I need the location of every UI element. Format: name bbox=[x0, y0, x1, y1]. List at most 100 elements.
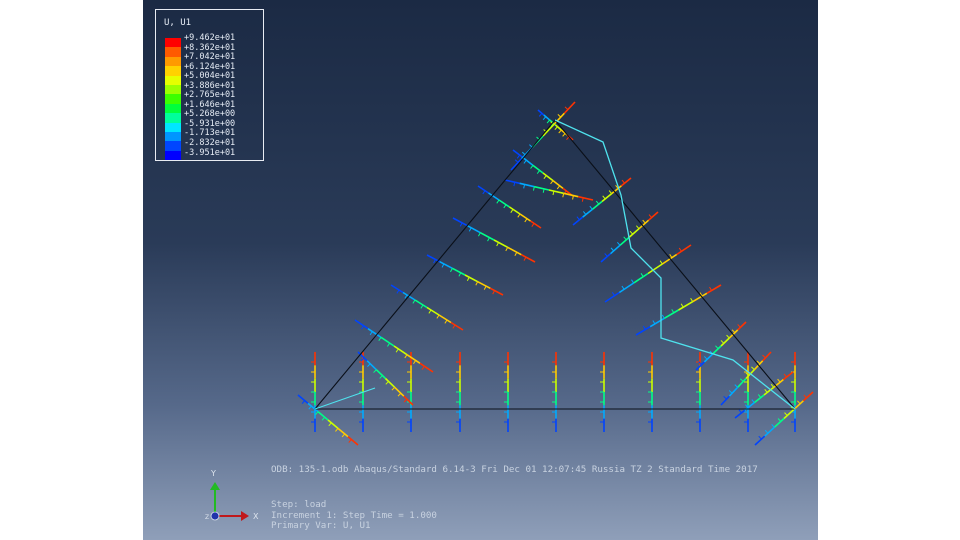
vector-segment bbox=[347, 436, 359, 446]
vector-tick bbox=[514, 251, 518, 256]
vector-tick bbox=[361, 325, 365, 330]
vector-tick bbox=[452, 324, 456, 329]
vector-tick bbox=[367, 363, 371, 368]
vector-tick bbox=[635, 225, 640, 229]
vector-segment bbox=[530, 220, 542, 229]
vector-tick bbox=[369, 331, 373, 336]
vector-tick bbox=[328, 422, 332, 427]
vector-tick bbox=[564, 106, 569, 110]
vector-tick bbox=[703, 356, 708, 360]
y-axis-label: Y bbox=[210, 469, 216, 478]
vector-segment bbox=[466, 224, 481, 234]
vector-tick bbox=[510, 209, 514, 213]
vector-segment bbox=[706, 284, 722, 295]
vector-tick bbox=[764, 388, 768, 393]
vector-tick bbox=[737, 324, 741, 328]
vector-segment bbox=[520, 253, 536, 263]
vector-tick bbox=[642, 325, 646, 330]
odb-info-line: ODB: 135-1.odb Abaqus/Standard 6.14-3 Fr… bbox=[271, 464, 758, 475]
vector-tick bbox=[373, 369, 377, 373]
vector-segment bbox=[390, 284, 404, 294]
vector-tick bbox=[556, 185, 561, 190]
y-arrow-icon bbox=[210, 482, 220, 490]
vector-tick bbox=[514, 159, 519, 163]
vector-segment bbox=[649, 317, 665, 328]
vector-tick bbox=[770, 383, 775, 388]
vector-tick bbox=[478, 232, 481, 237]
vector-tick bbox=[595, 200, 600, 205]
vector-tick bbox=[413, 360, 417, 365]
vector-tick bbox=[582, 211, 587, 215]
vector-tick bbox=[757, 394, 762, 398]
vector-segment bbox=[519, 182, 535, 188]
vector-segment bbox=[618, 282, 635, 294]
vector-tick bbox=[444, 319, 448, 324]
vector-tick bbox=[517, 213, 521, 218]
vector-tick bbox=[546, 119, 551, 124]
vector-tick bbox=[378, 337, 382, 341]
vector-segment bbox=[509, 206, 521, 215]
vector-segment bbox=[438, 314, 452, 324]
vector-tick bbox=[621, 285, 625, 290]
undeformed-member bbox=[314, 119, 556, 410]
vector-segment bbox=[477, 280, 491, 290]
vector-segment bbox=[419, 362, 434, 373]
vector-tick bbox=[797, 400, 801, 405]
vector-tick bbox=[640, 273, 644, 277]
vector-tick bbox=[441, 263, 445, 268]
vector-segment bbox=[327, 419, 339, 429]
abaqus-viewport[interactable]: U, U1 +9.462e+01 +8.362e+01 +7.042e+01 +… bbox=[143, 0, 818, 540]
vector-tick bbox=[321, 416, 326, 421]
vector-tick bbox=[604, 253, 608, 257]
vector-tick bbox=[421, 365, 425, 370]
vector-tick bbox=[589, 205, 593, 210]
vector-tick bbox=[536, 170, 541, 174]
vector-tick bbox=[529, 144, 533, 148]
vector-tick bbox=[671, 309, 675, 314]
vector-segment bbox=[507, 246, 522, 256]
vector-tick bbox=[379, 375, 383, 379]
vector-tick bbox=[648, 214, 653, 218]
vector-tick bbox=[308, 405, 312, 410]
vector-tick bbox=[531, 223, 535, 227]
z-axis-label: Z bbox=[205, 514, 209, 521]
vector-segment bbox=[601, 193, 613, 203]
vector-tick bbox=[771, 424, 775, 428]
vector-tick bbox=[404, 354, 408, 359]
vector-segment bbox=[635, 325, 651, 336]
vector-tick bbox=[764, 429, 769, 434]
vector-tick bbox=[433, 259, 436, 264]
vector-tick bbox=[731, 329, 736, 334]
vector-tick bbox=[483, 285, 487, 290]
vector-tick bbox=[436, 314, 440, 319]
x-axis-label: X bbox=[253, 512, 259, 521]
vector-tick bbox=[458, 272, 462, 277]
vector-segment bbox=[678, 300, 694, 311]
vector-tick bbox=[629, 230, 634, 235]
vector-tick bbox=[459, 222, 463, 227]
vector-segment bbox=[479, 231, 495, 241]
vector-segment bbox=[676, 244, 692, 256]
vector-tick bbox=[475, 281, 479, 286]
vector-tick bbox=[538, 113, 543, 117]
vector-tick bbox=[496, 199, 500, 204]
vector-tick bbox=[576, 216, 580, 221]
z-axis-icon bbox=[210, 511, 220, 521]
vector-tick bbox=[621, 179, 625, 184]
vector-tick bbox=[777, 418, 782, 422]
vector-tick bbox=[466, 276, 470, 281]
vector-tick bbox=[503, 204, 507, 209]
vector-segment bbox=[354, 319, 369, 330]
vector-tick bbox=[387, 342, 391, 347]
vector-segment bbox=[782, 371, 794, 381]
vector-tick bbox=[611, 292, 615, 296]
step-line: Primary Var: U, U1 bbox=[271, 520, 371, 531]
vector-tick bbox=[758, 435, 762, 440]
vector-tick bbox=[616, 241, 621, 246]
vector-segment bbox=[661, 253, 678, 265]
vector-tick bbox=[803, 394, 807, 399]
vector-segment bbox=[542, 172, 554, 182]
vector-tick bbox=[516, 154, 521, 159]
vector-segment bbox=[578, 195, 594, 201]
vector-segment bbox=[504, 179, 520, 185]
